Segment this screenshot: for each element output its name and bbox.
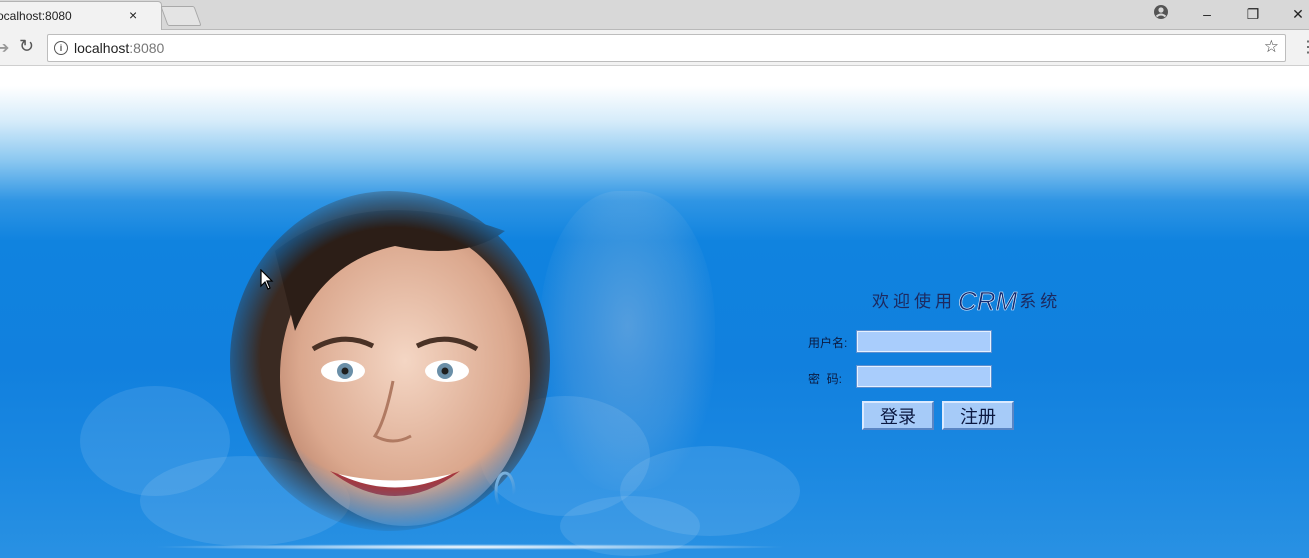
reload-icon[interactable]: ↻ (19, 36, 34, 57)
woman-portrait-image (230, 191, 550, 531)
url-text[interactable]: localhost:8080 (74, 40, 164, 56)
forward-icon[interactable]: ➔ (0, 38, 9, 58)
tab-title: ocalhost:8080 (0, 9, 72, 23)
address-bar[interactable]: i localhost:8080 ☆ (47, 34, 1286, 62)
login-button[interactable]: 登录 (862, 401, 934, 430)
password-label: 密 码: (808, 372, 843, 386)
minimize-button[interactable]: – (1193, 4, 1221, 24)
bookmark-star-icon[interactable]: ☆ (1264, 37, 1279, 57)
password-input[interactable] (856, 365, 992, 388)
welcome-title: 欢迎使用CRM 系统 (872, 286, 1062, 317)
info-icon[interactable]: i (54, 41, 68, 55)
welcome-suffix: 系统 (1019, 292, 1062, 312)
mouse-cursor-icon (260, 269, 274, 290)
username-label: 用户名: (808, 336, 848, 350)
browser-menu-icon[interactable]: ⋮ (1300, 37, 1309, 57)
new-tab-button[interactable] (160, 6, 202, 26)
url-host: localhost (74, 40, 130, 56)
browser-tab[interactable]: ocalhost:8080 × (0, 1, 162, 30)
welcome-prefix: 欢迎使用 (872, 292, 956, 312)
account-icon[interactable] (1147, 4, 1175, 24)
browser-toolbar: ➔ ↻ i localhost:8080 ☆ ⋮ (0, 30, 1309, 66)
username-input[interactable] (856, 330, 992, 353)
tab-close-icon[interactable]: × (129, 7, 137, 23)
light-glow (150, 544, 790, 550)
url-port: :8080 (129, 40, 165, 56)
close-window-button[interactable]: ✕ (1284, 4, 1309, 24)
welcome-brand: CRM (958, 286, 1018, 317)
account-glyph (1154, 5, 1168, 19)
register-button[interactable]: 注册 (942, 401, 1014, 430)
restore-button[interactable]: ❐ (1239, 4, 1267, 24)
tab-strip: ocalhost:8080 × – ❐ ✕ (0, 0, 1309, 30)
login-page-background: 欢迎使用CRM 系统 用户名: 密 码: 登录 注册 (0, 66, 1309, 558)
